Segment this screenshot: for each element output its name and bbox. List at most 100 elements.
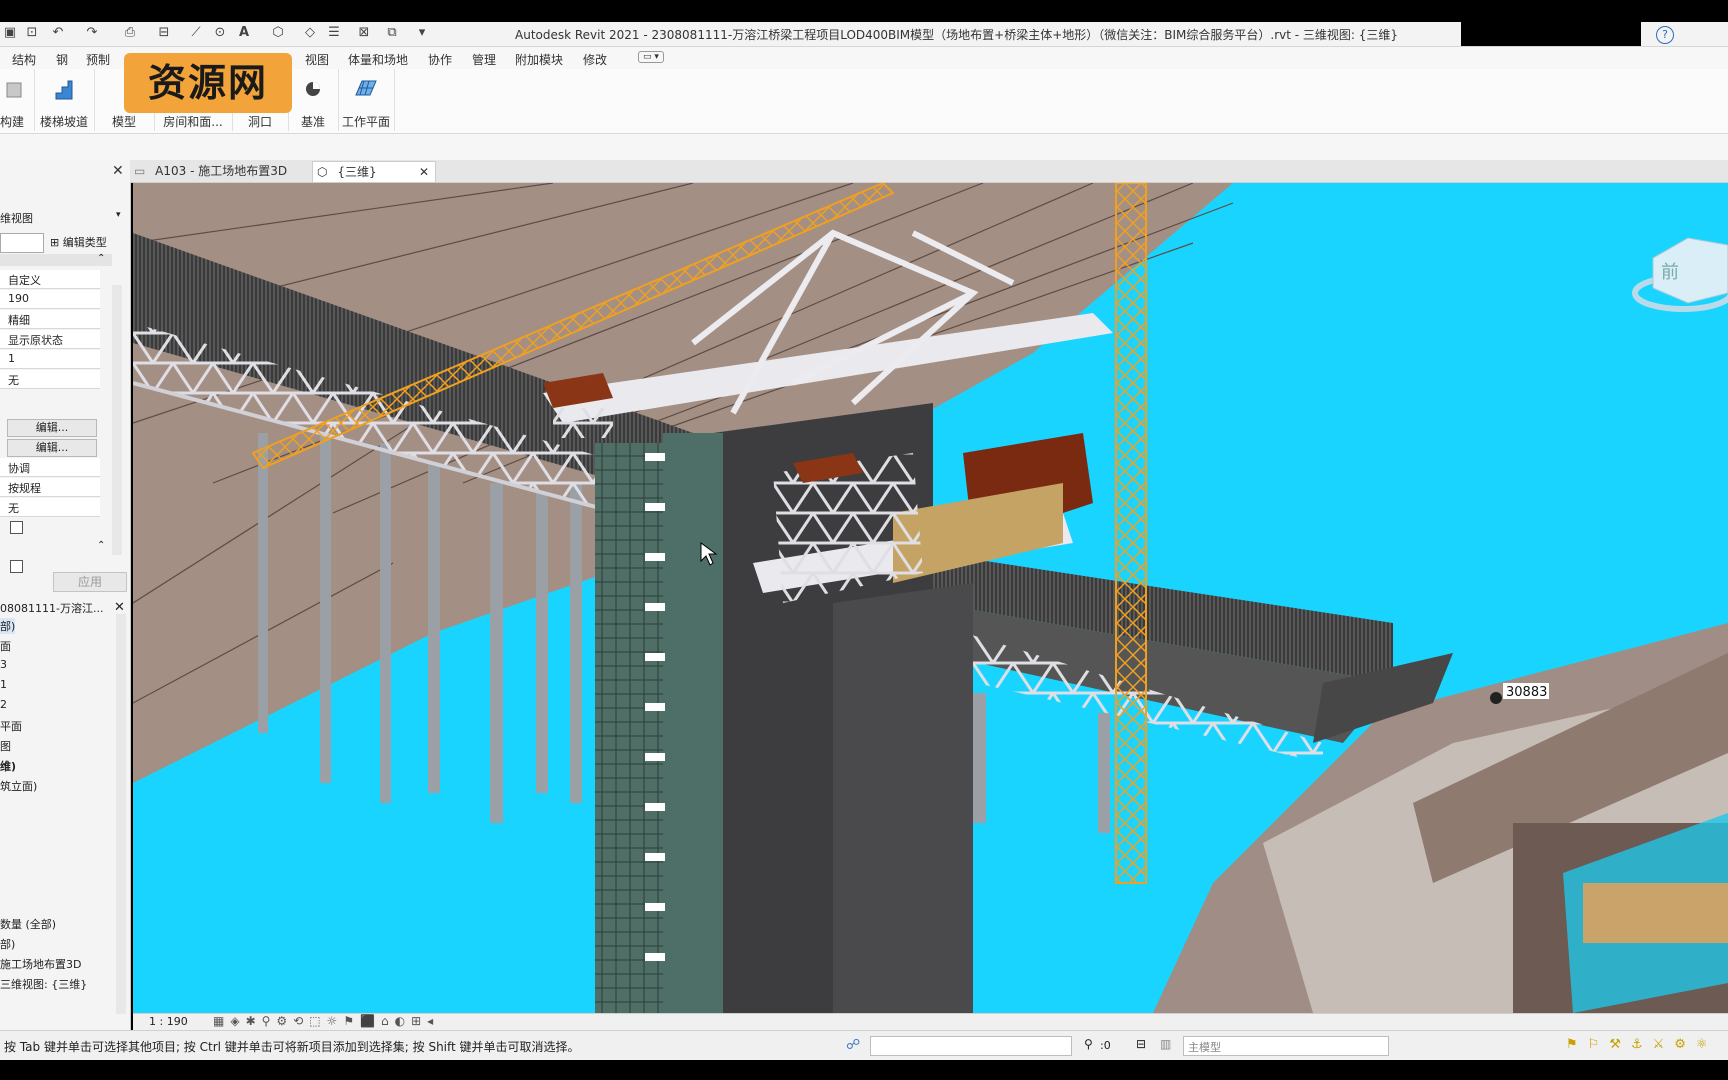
collapse-icon[interactable]: ⌃ — [97, 253, 105, 264]
save-icon[interactable]: ⊡ — [24, 25, 40, 41]
edit-type-button[interactable]: ⊞ 编辑类型 — [50, 234, 107, 250]
instance-select[interactable] — [0, 233, 44, 253]
close-hidden-icon[interactable]: ⊠ — [356, 25, 372, 41]
tab-massing-site[interactable]: 体量和场地 — [348, 51, 408, 68]
watermark-logo: 资源网 — [124, 53, 292, 113]
dimension-icon[interactable]: ⟋ — [188, 25, 204, 41]
bridge-model-render: 30883 前 — [133, 183, 1728, 1013]
stairs-icon — [55, 80, 73, 100]
tab-precast[interactable]: 预制 — [86, 51, 110, 68]
tree-item[interactable]: 2 — [0, 698, 7, 711]
view-control-bar: 1 : 190 ▦◈✱⚲⚙⟲⬚☼⚑⬛⌂◐⊞◂ — [133, 1013, 1728, 1030]
build-button[interactable]: 构建 — [0, 69, 35, 131]
print-icon[interactable]: ⎙ — [122, 25, 138, 41]
property-row[interactable]: 1 — [0, 350, 100, 369]
property-checkbox[interactable] — [10, 521, 23, 534]
tree-item[interactable]: 面 — [0, 638, 11, 654]
tree-item[interactable]: 三维视图: {三维} — [0, 976, 87, 992]
tree-item[interactable]: 数量 (全部) — [0, 916, 56, 932]
workset-select[interactable] — [870, 1036, 1072, 1056]
property-row[interactable]: 无 — [0, 370, 100, 389]
tree-item[interactable]: 3 — [0, 658, 7, 671]
yard — [1583, 883, 1728, 943]
apply-button[interactable]: 应用 — [53, 572, 127, 592]
section-header[interactable] — [0, 254, 112, 266]
text-icon[interactable]: A — [236, 25, 252, 41]
section-icon[interactable]: ◇ — [302, 25, 318, 41]
design-options-icon[interactable]: ⊟ — [1136, 1037, 1146, 1051]
scaffold-right — [663, 433, 723, 1013]
property-row[interactable]: 按规程 — [0, 478, 100, 497]
build-icon — [6, 82, 22, 98]
filter-icon[interactable]: ⚲ — [1084, 1037, 1093, 1051]
property-row[interactable]: 190 — [0, 290, 100, 309]
tree-item[interactable]: 平面 — [0, 718, 22, 734]
sheet-icon: ▭ — [134, 164, 146, 178]
tree-item[interactable]: 部) — [0, 936, 15, 952]
ribbon-display-icon[interactable]: ▭ ▾ — [638, 51, 664, 63]
tree-item[interactable]: 1 — [0, 678, 7, 691]
tag-icon[interactable]: ⊙ — [212, 25, 228, 41]
close-icon[interactable]: ✕ — [114, 600, 125, 615]
help-icon[interactable]: ? — [1656, 26, 1674, 44]
chevron-down-icon[interactable]: ▾ — [116, 210, 121, 220]
tree-item[interactable]: 部) — [0, 618, 16, 634]
scrollbar[interactable] — [112, 285, 122, 555]
bottom-bar — [0, 1060, 1728, 1080]
property-row[interactable]: 精细 — [0, 310, 100, 329]
undo-icon[interactable]: ↶ — [50, 25, 66, 41]
property-row[interactable]: 自定义 — [0, 270, 100, 289]
switch-windows-icon[interactable]: ⧉ — [384, 25, 400, 41]
tab-modify[interactable]: 修改 — [583, 51, 607, 68]
scrollbar[interactable] — [116, 614, 126, 1014]
view-control-icons[interactable]: ▦◈✱⚲⚙⟲⬚☼⚑⬛⌂◐⊞◂ — [213, 1014, 439, 1028]
datum-button[interactable]: 基准 — [288, 69, 339, 131]
options-bar — [0, 134, 1728, 161]
view-type-label: 维视图 — [0, 212, 33, 225]
title-bar: ▣ ⊡ ↶ ↷ ⎙ ⊟ ⟋ ⊙ A ⬡ ◇ ☰ ⊠ ⧉ ▾ Autodesk R… — [0, 22, 1728, 47]
edit-type-icon: ⊞ — [50, 236, 60, 249]
3d-view-icon[interactable]: ⬡ — [270, 25, 286, 41]
scaffold-left — [595, 443, 665, 1013]
close-icon[interactable]: ✕ — [112, 163, 124, 179]
status-message: 按 Tab 键并单击可选择其他项目; 按 Ctrl 键并单击可将新项目添加到选择… — [4, 1040, 580, 1054]
work-plane-button[interactable]: 工作平面 — [338, 69, 395, 131]
tab-site-layout-3d[interactable]: ▭ A103 - 施工场地布置3D — [134, 161, 304, 181]
thin-lines-icon[interactable]: ☰ — [326, 25, 342, 41]
tab-manage[interactable]: 管理 — [472, 51, 496, 68]
tab-add-ins[interactable]: 附加模块 — [515, 51, 563, 68]
project-browser: 08081111-万溶江... ✕ 部) 面 3 1 2 平面 图 维) 筑立面… — [0, 600, 131, 1030]
redo-icon[interactable]: ↷ — [84, 25, 100, 41]
tree-item[interactable]: 维) — [0, 758, 16, 774]
properties-panel: ✕ 维视图 ▾ ⊞ 编辑类型 ⌃ 自定义 190 精细 显示原状态 1 无 编辑… — [0, 160, 131, 600]
property-checkbox[interactable] — [10, 560, 23, 573]
title-redaction — [1461, 22, 1641, 46]
tab-collaborate[interactable]: 协作 — [428, 51, 452, 68]
tab-steel[interactable]: 钢 — [56, 51, 68, 68]
view-scale[interactable]: 1 : 190 — [149, 1015, 188, 1028]
property-row[interactable]: 显示原状态 — [0, 330, 100, 349]
tab-structure[interactable]: 结构 — [12, 51, 36, 68]
tree-item[interactable]: 图 — [0, 738, 11, 754]
property-row[interactable]: 协调 — [0, 458, 100, 477]
edit-button[interactable]: 编辑... — [7, 419, 97, 437]
collapse-icon[interactable]: ⌃ — [97, 540, 105, 551]
open-icon[interactable]: ▣ — [2, 25, 18, 41]
tree-item[interactable]: 施工场地布置3D — [0, 956, 81, 972]
stairs-ramp-button[interactable]: 楼梯坡道 — [34, 69, 95, 131]
property-row[interactable]: 无 — [0, 498, 100, 517]
window-title: Autodesk Revit 2021 - 2308081111-万溶江桥梁工程… — [515, 28, 1399, 42]
measure-icon[interactable]: ⊟ — [156, 25, 172, 41]
design-option-select[interactable]: 主模型 — [1183, 1036, 1389, 1056]
tab-view[interactable]: 视图 — [305, 51, 329, 68]
tree-item[interactable]: 筑立面) — [0, 778, 37, 794]
close-icon[interactable]: ✕ — [419, 162, 429, 182]
tab-3d-view[interactable]: ⬡ {三维} ✕ — [312, 161, 436, 182]
customize-qat-icon[interactable]: ▾ — [414, 25, 430, 41]
status-bar: 按 Tab 键并单击可选择其他项目; 按 Ctrl 键并单击可将新项目添加到选择… — [0, 1030, 1728, 1061]
edit-button[interactable]: 编辑... — [7, 439, 97, 457]
selection-options-icons[interactable]: ⚑⚐⚒⚓⚔⚙⚛ — [1566, 1037, 1718, 1052]
worksets-icon[interactable]: ☍ — [846, 1037, 860, 1053]
svg-text:前: 前 — [1661, 262, 1679, 283]
3d-viewport[interactable]: 30883 前 — [133, 183, 1728, 1013]
